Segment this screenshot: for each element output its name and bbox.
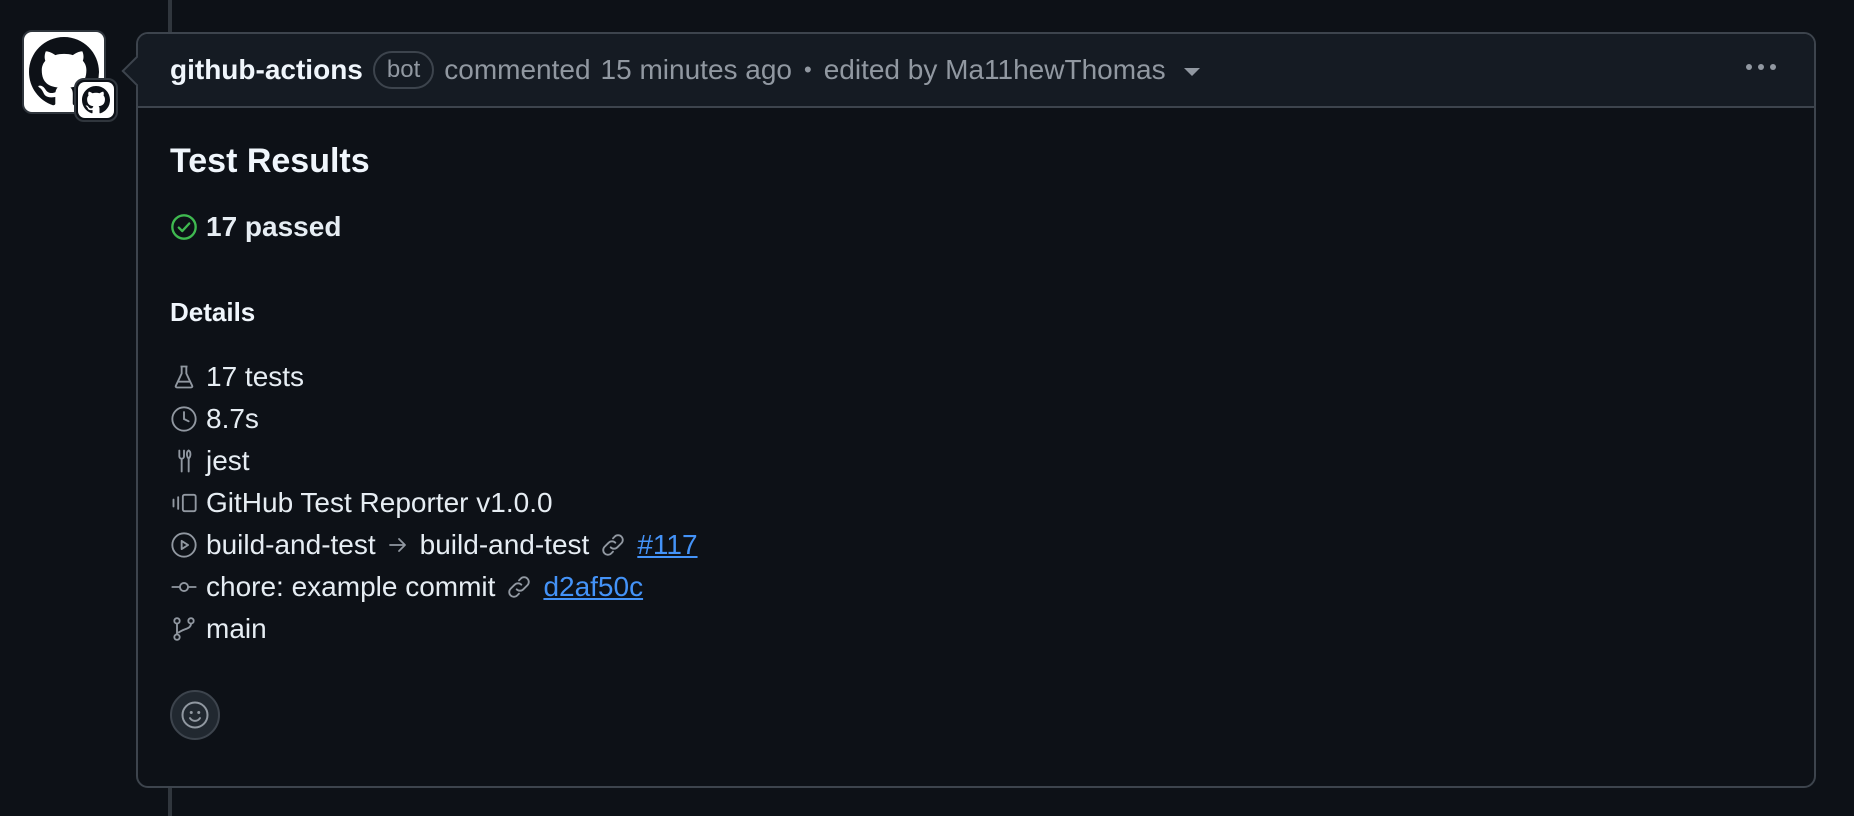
detail-workflow: build-and-test build-and-test #117 (170, 524, 1782, 566)
clock-icon (170, 405, 198, 433)
comment-body: Test Results 17 passed Details 17 tests … (138, 108, 1814, 772)
meta-separator: • (804, 57, 812, 82)
passed-count: 17 passed (206, 211, 342, 242)
play-icon (170, 531, 198, 559)
comment-header: github-actions bot commented 15 minutes … (138, 34, 1814, 108)
edited-by-dropdown[interactable]: edited by Ma11hewThomas (824, 54, 1166, 86)
detail-tests: 17 tests (170, 356, 1782, 398)
add-reaction-button[interactable] (170, 690, 220, 740)
detail-commit: chore: example commit d2af50c (170, 566, 1782, 608)
tests-count: 17 tests (206, 361, 305, 392)
detail-branch: main (170, 608, 1782, 650)
detail-tool: jest (170, 440, 1782, 482)
versions-icon (170, 489, 198, 517)
smiley-icon (181, 701, 209, 729)
run-link[interactable]: #117 (637, 529, 697, 561)
arrow-right-icon (388, 538, 406, 552)
check-circle-icon (170, 213, 198, 241)
link-icon (508, 576, 531, 598)
beaker-icon (170, 363, 198, 391)
git-commit-icon (170, 573, 198, 601)
branch-name: main (206, 613, 267, 644)
comment-timestamp[interactable]: 15 minutes ago (601, 54, 792, 86)
detail-duration: 8.7s (170, 398, 1782, 440)
tools-icon (170, 447, 198, 475)
job-name: build-and-test (419, 529, 590, 560)
comment-box: github-actions bot commented 15 minutes … (121, 32, 1816, 788)
commit-link[interactable]: d2af50c (543, 571, 643, 603)
reporter-name: GitHub Test Reporter v1.0.0 (206, 487, 553, 518)
status-summary: 17 passed (170, 211, 1782, 243)
commit-message: chore: example commit (206, 571, 496, 602)
kebab-horizontal-icon[interactable] (1746, 64, 1776, 70)
detail-reporter: GitHub Test Reporter v1.0.0 (170, 482, 1782, 524)
bot-badge: bot (372, 51, 435, 89)
tool-name: jest (206, 445, 250, 476)
comment-action: commented (444, 54, 591, 85)
link-icon (602, 534, 625, 556)
details-list: 17 tests 8.7s jest GitHub Test Reporter … (170, 356, 1782, 650)
author-link[interactable]: github-actions (170, 54, 363, 86)
chevron-down-icon[interactable] (1183, 68, 1200, 76)
duration-value: 8.7s (206, 403, 259, 434)
git-branch-icon (170, 615, 198, 643)
app-badge (74, 78, 118, 122)
report-title: Test Results (170, 142, 370, 180)
details-heading: Details (170, 297, 256, 327)
workflow-name: build-and-test (206, 529, 376, 560)
github-logo-icon (82, 86, 110, 114)
